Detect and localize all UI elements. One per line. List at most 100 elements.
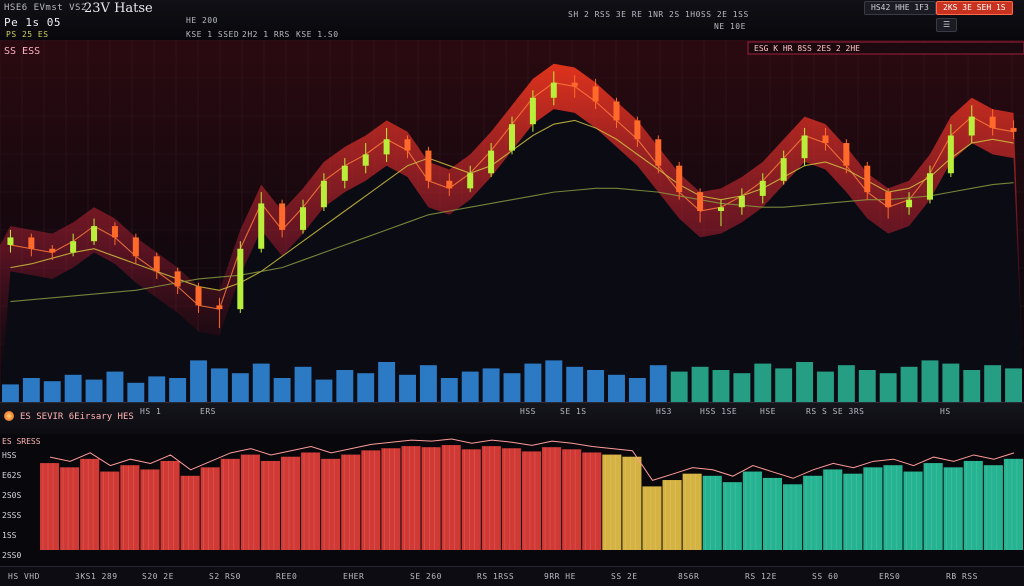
candle-body — [425, 150, 432, 181]
candle-body — [341, 165, 348, 181]
right-secondary-button[interactable]: ☰ — [936, 18, 958, 32]
candle-body — [592, 86, 599, 102]
page-title: 23V Hatse — [84, 1, 153, 16]
candle-body — [1010, 127, 1017, 132]
volume-bar — [482, 368, 500, 402]
divider-item-8: RS S SE 3RS — [806, 407, 865, 416]
ticker-item-1[interactable]: HE 200 — [186, 16, 218, 25]
center-sub: NE 10E — [714, 22, 746, 31]
candle-body — [634, 120, 641, 140]
panel-badge: ESG K HR 8SS 2ES 2 2HE — [754, 44, 860, 53]
volume-bar — [608, 374, 625, 402]
lower-y-label: HSS — [2, 451, 17, 460]
lower-y-label: 2SSS — [2, 511, 21, 520]
divider-item-5: HS3 — [656, 407, 672, 416]
volume-bar — [670, 371, 688, 402]
candle-body — [780, 158, 787, 181]
candle-body — [759, 180, 766, 196]
candle-body — [717, 207, 724, 211]
candle-body — [843, 143, 850, 166]
candle-body — [571, 82, 578, 87]
candle-body — [258, 203, 265, 249]
lower-y-label: 1SS — [2, 531, 17, 540]
volume-bar — [64, 374, 82, 402]
volume-bar — [148, 376, 166, 402]
candle-body — [529, 97, 536, 125]
ticker-item-3[interactable]: 2H2 1 RRS — [242, 30, 290, 39]
right-info-button[interactable]: HS42 HHE 1F3 — [864, 1, 936, 15]
candle-body — [279, 203, 286, 230]
divider-item-6: HSS 1SE — [700, 407, 738, 416]
right-action-button[interactable]: 2KS 3E SEH 1S — [936, 1, 1013, 15]
left-small: PS 25 ES — [6, 30, 49, 39]
volume-bar — [231, 373, 249, 402]
candle-body — [132, 237, 139, 257]
indicator-divider: ES SEVIR 6Eirsary HES HS 1 ERS HSS SE 1S… — [0, 402, 1024, 436]
volume-bar — [566, 366, 584, 402]
volume-bar — [315, 379, 333, 402]
candle-body — [864, 165, 871, 193]
candle-body — [237, 248, 244, 310]
volume-bar — [900, 366, 918, 402]
candle-body — [153, 256, 160, 272]
candle-body — [613, 101, 620, 121]
bottom-item: RS 1RSS — [477, 572, 515, 581]
volume-bar — [503, 373, 521, 402]
bottom-item: S20 2E — [142, 572, 174, 581]
ticker-item-4[interactable]: KSE 1.S0 — [296, 30, 339, 39]
candle-body — [446, 180, 453, 189]
volume-bar — [817, 371, 834, 402]
candle-body — [906, 199, 913, 208]
volume-bar — [963, 370, 981, 402]
center-info: SH 2 RSS 3E RE 1NR 2S 1H0SS 2E 1SS — [568, 10, 749, 19]
bottom-item: RS 12E — [745, 572, 777, 581]
lower-indicator-chart[interactable]: ES SRESS HSS E62S 2S0S 2SSS 1SS 2SS0 — [0, 434, 1024, 566]
candle-body — [885, 192, 892, 208]
candle-body — [801, 135, 808, 159]
bottom-item: SS 2E — [611, 572, 638, 581]
candle-body — [404, 139, 411, 151]
main-price-chart[interactable]: SS ESS ESG K HR 8SS 2ES 2 2HE — [0, 40, 1024, 402]
candle-body — [467, 173, 474, 189]
volume-bar — [273, 378, 291, 402]
candle-body — [968, 116, 975, 136]
candle-body — [91, 226, 98, 242]
volume-bar — [984, 365, 1002, 402]
divider-item-1: HS 1 — [140, 407, 162, 416]
symbol-label: SS ESS — [4, 46, 40, 57]
lower-panel-label: ES SRESS — [2, 437, 41, 446]
candle-body — [320, 180, 327, 208]
volume-bar — [419, 365, 437, 402]
candle-body — [676, 165, 683, 193]
lower-y-label: E62S — [2, 471, 21, 480]
status-dot-icon — [4, 411, 14, 421]
bottom-item: 8S6R — [678, 572, 700, 581]
indicator-label: ES SEVIR 6Eirsary HES — [20, 412, 134, 422]
bottom-item: SE 260 — [410, 572, 442, 581]
volume-bar — [524, 363, 542, 402]
candle-body — [989, 116, 996, 128]
volume-bar — [190, 360, 207, 402]
volume-bar — [127, 382, 145, 402]
ticker-item-2[interactable]: KSE 1 SSED — [186, 30, 239, 39]
volume-bar — [775, 368, 793, 402]
volume-bar — [252, 363, 270, 402]
bottom-item: S2 RS0 — [209, 572, 241, 581]
candle-body — [926, 173, 933, 200]
volume-bar — [294, 366, 312, 402]
candle-body — [550, 82, 557, 98]
divider-item-4: SE 1S — [560, 407, 587, 416]
candle-body — [7, 237, 14, 245]
candle-body — [49, 248, 56, 253]
volume-bar — [336, 370, 354, 402]
divider-item-7: HSE — [760, 407, 776, 416]
volume-bar — [712, 370, 730, 402]
bottom-item: 3KS1 289 — [75, 572, 118, 581]
candle-body — [738, 195, 745, 208]
volume-bar — [587, 370, 605, 402]
bottom-item: SS 60 — [812, 572, 839, 581]
candle-body — [488, 150, 495, 174]
candle-body — [383, 139, 390, 155]
volume-bar — [754, 363, 772, 402]
volume-bar — [1005, 368, 1022, 402]
